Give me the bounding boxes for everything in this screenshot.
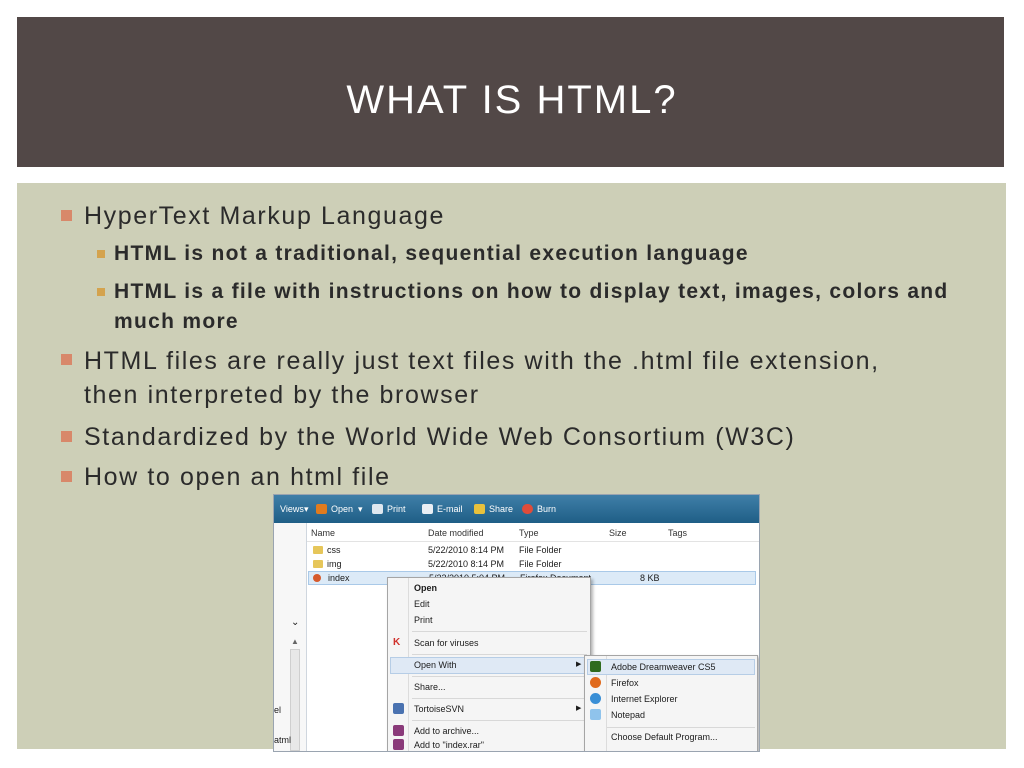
open-with-firefox[interactable]: Firefox [611,678,639,688]
internet-explorer-icon [590,693,601,704]
menu-divider [412,654,587,655]
open-with-submenu: Adobe Dreamweaver CS5 Firefox Internet E… [584,655,758,751]
table-row[interactable]: img 5/22/2010 8:14 PM File Folder [311,557,751,571]
file-size: 8 KB [640,573,660,583]
menu-item-open[interactable]: Open [414,583,437,593]
bullet-2: HTML files are really just text files wi… [84,347,880,409]
file-name: css [327,545,341,555]
open-with-internet-explorer[interactable]: Internet Explorer [611,694,678,704]
mail-icon [422,504,433,514]
menu-item-open-with[interactable]: Open With [414,660,457,670]
open-with-notepad[interactable]: Notepad [611,710,645,720]
menu-item-edit[interactable]: Edit [414,599,430,609]
header-divider [307,541,759,542]
menu-divider [412,631,587,632]
toolbar-share[interactable]: Share [489,504,513,514]
explorer-toolbar: Views ▾ Open ▾ Print E-mail Share Burn [274,495,759,523]
chevron-down-icon: ▾ [358,504,363,514]
menu-item-scan[interactable]: Scan for viruses [414,638,479,648]
folder-icon [313,560,323,568]
open-with-dreamweaver[interactable]: Adobe Dreamweaver CS5 [611,662,716,672]
bullet-marker [61,431,72,442]
share-icon [474,504,485,514]
toolbar-email[interactable]: E-mail [437,504,463,514]
menu-divider [607,727,755,728]
toolbar-open[interactable]: Open [331,504,353,514]
navigation-pane[interactable]: ⌄ ▲ el atml [274,523,307,751]
burn-icon [522,504,533,514]
chevron-right-icon: ▶ [576,705,582,712]
printer-icon [372,504,383,514]
toolbar-views[interactable]: Views [280,504,304,514]
menu-divider [412,676,587,677]
menu-divider [412,698,587,699]
archive-icon [393,725,404,736]
notepad-icon [590,709,601,720]
file-type: File Folder [519,559,562,569]
column-date[interactable]: Date modified [428,525,484,541]
column-size[interactable]: Size [609,525,627,541]
firefox-icon [313,574,321,582]
column-type[interactable]: Type [519,525,539,541]
firefox-icon [590,677,601,688]
archive-icon [393,739,404,750]
antivirus-icon: K [393,637,401,648]
bullet-marker [61,210,72,221]
menu-item-tortoisesvn[interactable]: TortoiseSVN [414,704,464,714]
tortoise-icon [393,703,404,714]
toolbar-burn[interactable]: Burn [537,504,556,514]
menu-item-print[interactable]: Print [414,615,433,625]
dreamweaver-icon [590,661,601,672]
explorer-screenshot: Views ▾ Open ▾ Print E-mail Share Burn ⌄… [273,494,760,752]
chevron-down-icon[interactable]: ⌄ [291,617,299,628]
slide-title: WHAT IS HTML? [346,78,678,122]
menu-item-add-archive[interactable]: Add to archive... [414,726,479,736]
folder-icon [313,546,323,554]
open-icon [316,504,327,514]
file-name: img [327,559,342,569]
bullet-marker [61,354,72,365]
toolbar-print[interactable]: Print [387,504,406,514]
menu-item-share[interactable]: Share... [414,682,446,692]
menu-divider [412,720,587,721]
chevron-right-icon: ▶ [576,661,582,668]
menu-item-add-rar[interactable]: Add to "index.rar" [414,740,484,750]
file-date: 5/22/2010 8:14 PM [428,545,505,555]
choose-default-program[interactable]: Choose Default Program... [611,732,718,742]
bullet-1: HyperText Markup Language [84,202,446,230]
table-row[interactable]: css 5/22/2010 8:14 PM File Folder [311,543,751,557]
sub-bullet-marker [97,288,105,296]
nav-label: el [274,705,282,715]
bullet-4: How to open an html file [84,463,391,491]
context-menu: Open Edit Print K Scan for viruses Open … [387,577,591,751]
sub-bullet-2: HTML is a file with instructions on how … [114,280,949,333]
file-name: index [328,573,350,583]
bullet-marker [61,471,72,482]
sub-bullet-1: HTML is not a traditional, sequential ex… [114,242,749,265]
bullet-3: Standardized by the World Wide Web Conso… [84,423,796,451]
file-type: File Folder [519,545,562,555]
scroll-up-icon[interactable]: ▲ [291,637,299,646]
nav-label: atml [274,735,292,745]
file-date: 5/22/2010 8:14 PM [428,559,505,569]
scrollbar[interactable] [290,649,300,751]
column-tags[interactable]: Tags [668,525,687,541]
column-name[interactable]: Name [311,525,335,541]
sub-bullet-marker [97,250,105,258]
chevron-down-icon: ▾ [304,504,309,514]
